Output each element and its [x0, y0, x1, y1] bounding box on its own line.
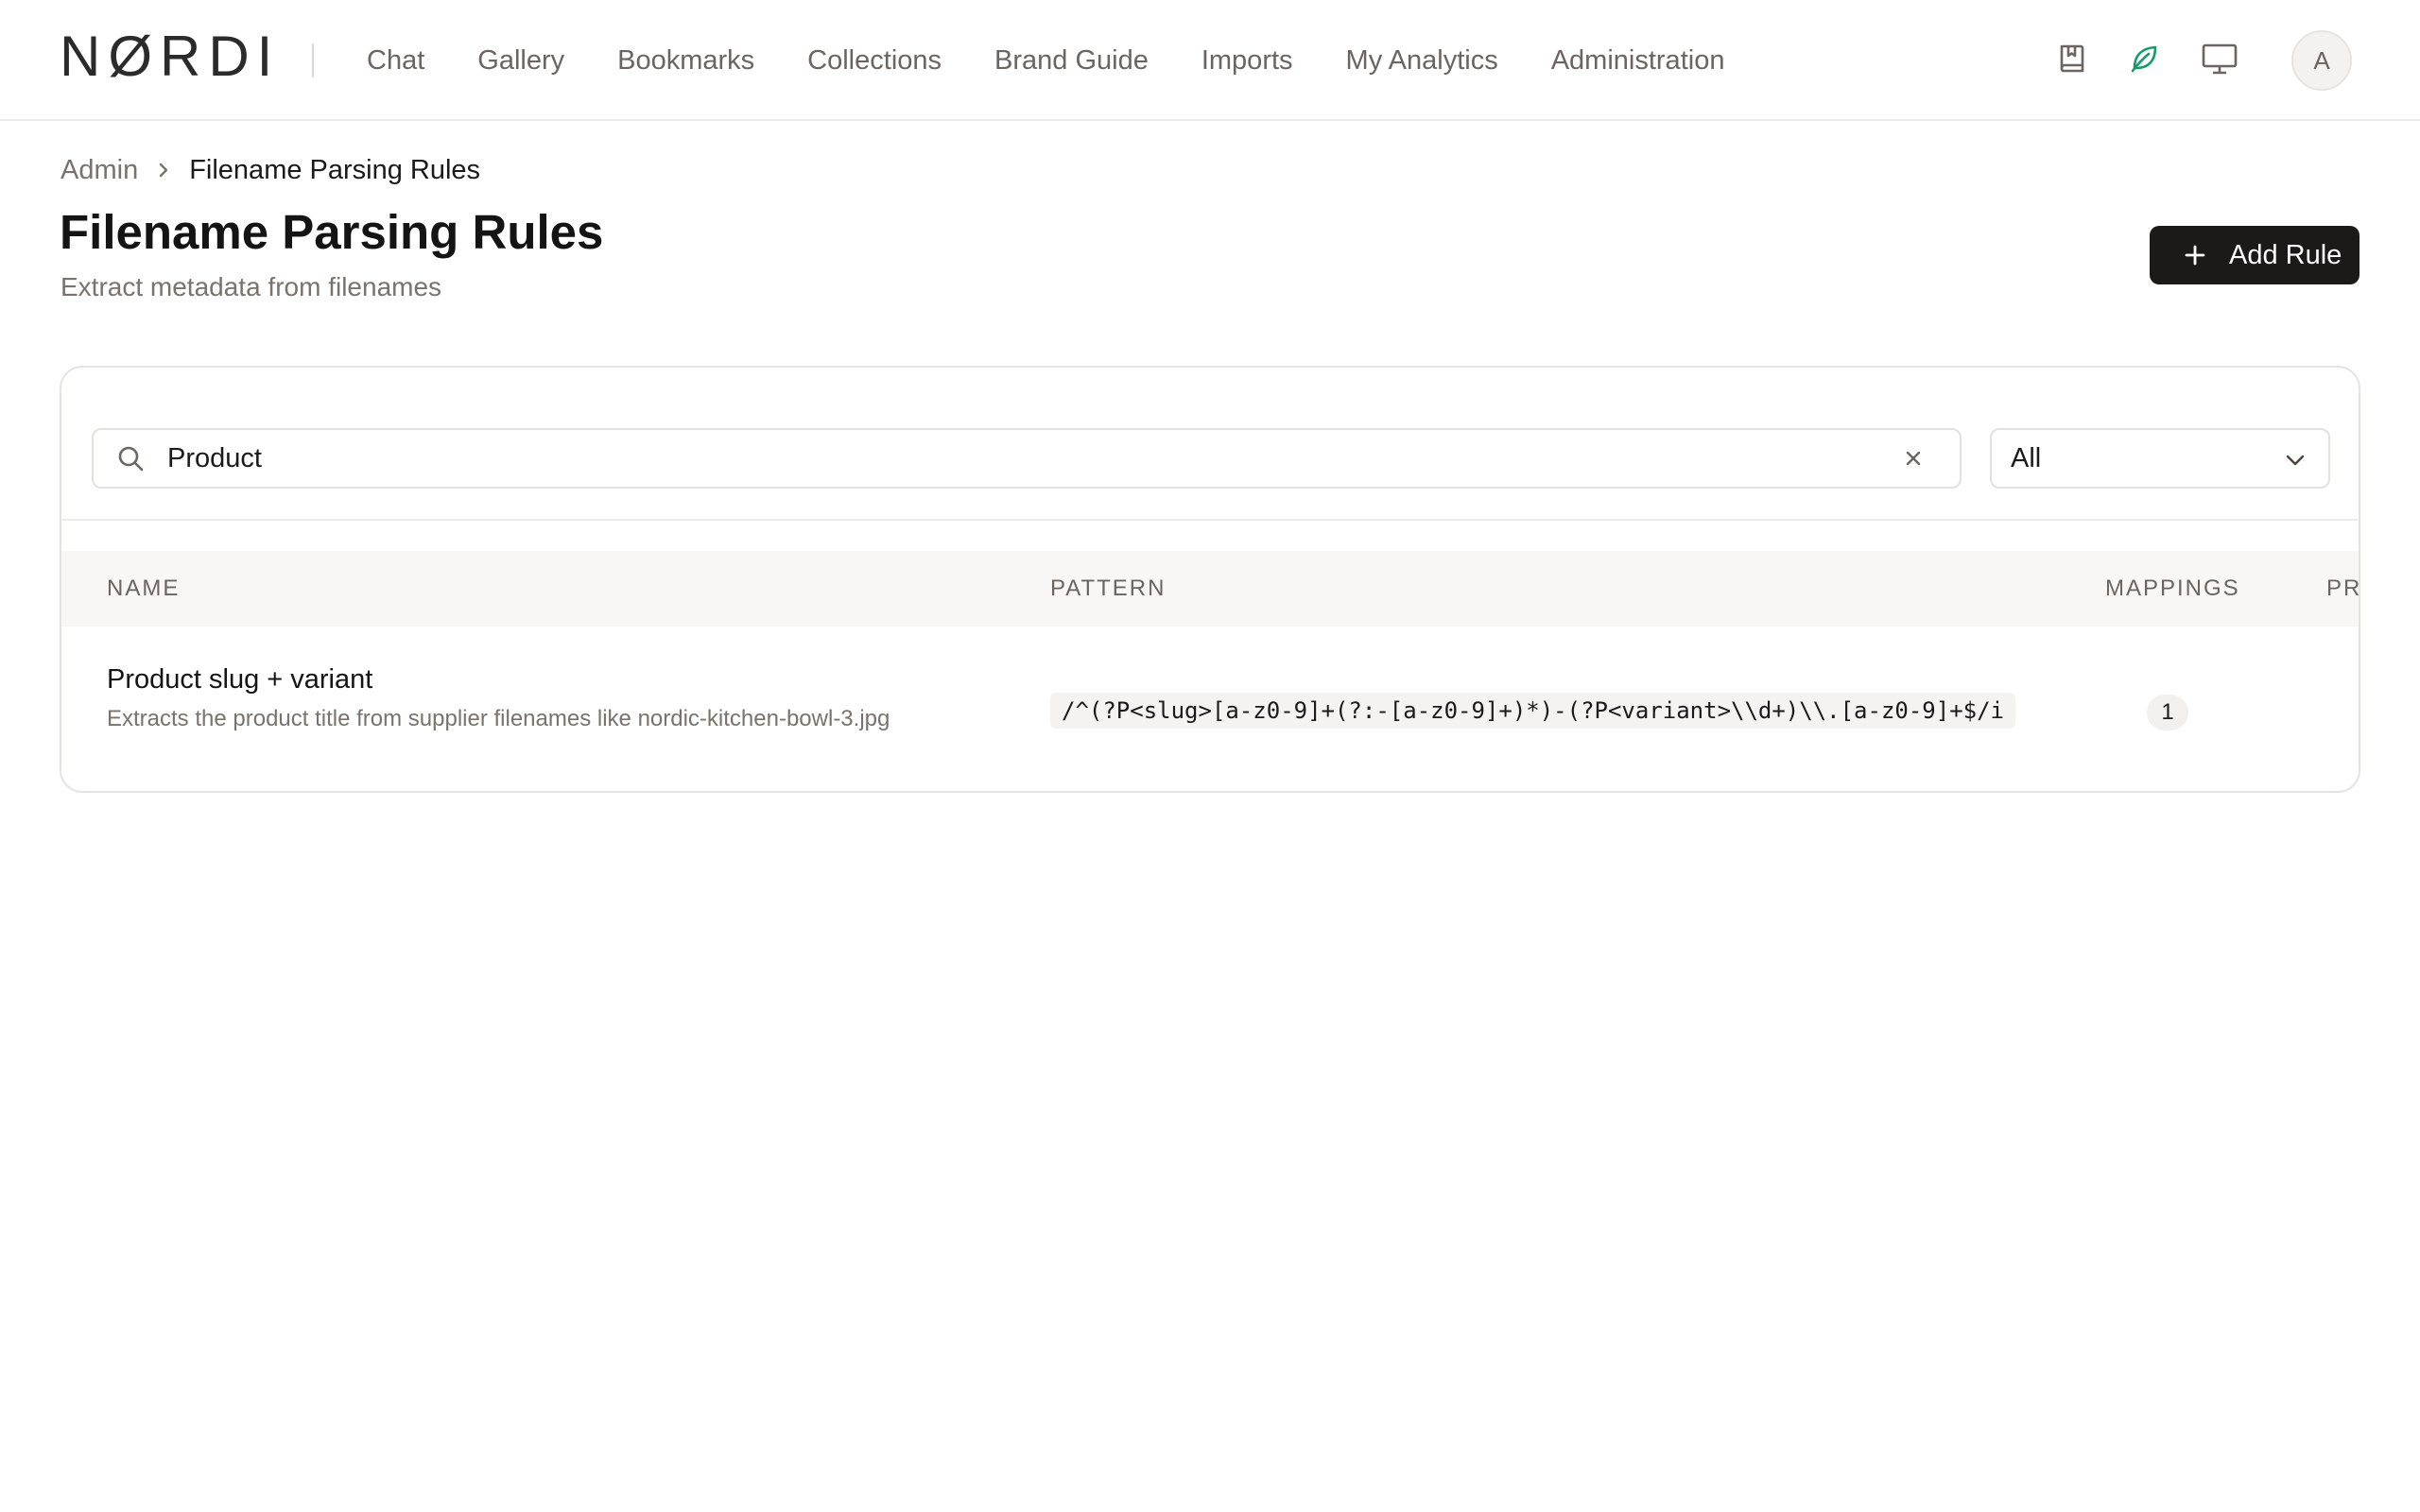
table-header: NAME PATTERN MAPPINGS PRI	[61, 551, 2359, 627]
status-filter-value: All	[2011, 442, 2042, 473]
search-box	[92, 428, 1962, 489]
avatar[interactable]: A	[2291, 30, 2352, 91]
nav-item-gallery[interactable]: Gallery	[477, 45, 564, 77]
column-header-name[interactable]: NAME	[107, 576, 180, 602]
nav-icon-group: A	[2023, 0, 2420, 121]
breadcrumb: Admin Filename Parsing Rules	[60, 151, 480, 189]
chevron-right-icon	[157, 161, 170, 180]
top-nav-bar: NØRDI Chat Gallery Bookmarks Collections…	[0, 0, 2420, 121]
rule-description: Extracts the product title from supplier…	[107, 706, 890, 731]
rule-pattern: /^(?P<slug>[a-z0-9]+(?:-[a-z0-9]+)*)-(?P…	[1050, 693, 2015, 729]
breadcrumb-admin-link[interactable]: Admin	[60, 155, 138, 186]
nav-item-bookmarks[interactable]: Bookmarks	[617, 45, 754, 77]
chevron-down-icon	[2285, 443, 2306, 474]
page-title: Filename Parsing Rules	[60, 205, 604, 259]
search-icon	[116, 444, 145, 472]
rules-card: All NAME PATTERN MAPPINGS PRI Product sl…	[60, 366, 2360, 793]
monitor-icon[interactable]	[2199, 38, 2240, 79]
rule-name[interactable]: Product slug + variant	[107, 664, 372, 696]
book-bookmark-icon[interactable]	[2051, 38, 2093, 79]
column-header-pattern[interactable]: PATTERN	[1050, 576, 1166, 602]
nav-item-imports[interactable]: Imports	[1201, 45, 1293, 77]
status-filter-select[interactable]: All	[1990, 428, 2330, 489]
filter-toolbar: All	[61, 368, 2359, 521]
page-subtitle: Extract metadata from filenames	[60, 272, 442, 301]
table-row[interactable]: Product slug + variant Extracts the prod…	[61, 627, 2359, 791]
leaf-icon[interactable]	[2123, 38, 2165, 79]
logo-divider	[312, 43, 314, 77]
clear-search-icon[interactable]	[1905, 450, 1922, 467]
column-header-priority[interactable]: PRI	[2326, 576, 2359, 602]
nav-item-brand-guide[interactable]: Brand Guide	[994, 45, 1149, 77]
logo[interactable]: NØRDI	[60, 28, 280, 85]
column-header-mappings[interactable]: MAPPINGS	[2105, 576, 2240, 602]
add-rule-button[interactable]: Add Rule	[2150, 226, 2360, 284]
add-rule-button-label: Add Rule	[2229, 239, 2342, 270]
main-nav: Chat Gallery Bookmarks Collections Brand…	[367, 0, 1777, 121]
plus-icon	[2184, 244, 2206, 266]
nav-item-administration[interactable]: Administration	[1551, 45, 1725, 77]
nav-item-my-analytics[interactable]: My Analytics	[1346, 45, 1498, 77]
nav-item-collections[interactable]: Collections	[807, 45, 942, 77]
mappings-count-badge: 1	[2147, 695, 2188, 730]
nav-item-chat[interactable]: Chat	[367, 45, 424, 77]
breadcrumb-current: Filename Parsing Rules	[189, 154, 481, 185]
search-input[interactable]	[165, 441, 1905, 475]
